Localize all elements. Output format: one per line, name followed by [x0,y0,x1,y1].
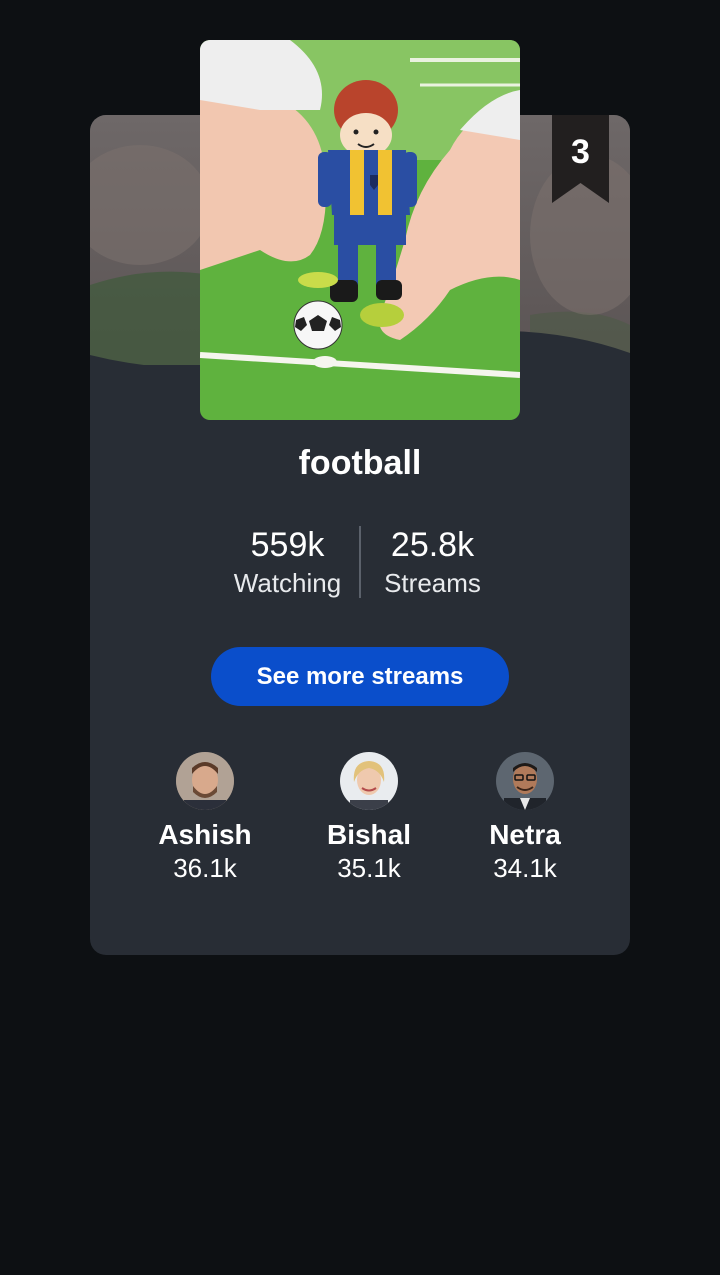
streams-stat: 25.8k Streams [370,522,495,598]
rank-number: 3 [571,133,590,171]
stats-row: 559k Watching 25.8k Streams [90,522,630,602]
streamer-count: 35.1k [337,853,401,883]
streamer-name: Ashish [158,819,252,850]
avatar-image [340,752,398,810]
category-thumbnail[interactable] [200,40,520,420]
top-streamer-netra[interactable]: Netra 34.1k [460,752,590,884]
top-streamer-bishal[interactable]: Bishal 35.1k [304,752,434,884]
watching-value: 559k [250,526,325,564]
avatar-image [496,752,554,810]
see-more-streams-button[interactable]: See more streams [211,647,509,706]
streamer-name: Netra [489,819,561,850]
football-toy-image [200,40,520,420]
top-streamer-ashish[interactable]: Ashish 36.1k [140,752,270,884]
streams-value: 25.8k [390,526,475,564]
streamer-count: 34.1k [493,853,557,883]
avatar-image [176,752,234,810]
watching-stat: 559k Watching [220,522,355,598]
watching-label: Watching [233,568,342,598]
streams-label: Streams [384,568,481,598]
streamer-count: 36.1k [173,853,237,883]
stats-divider [359,526,361,598]
streamer-name: Bishal [326,819,412,850]
avatar[interactable] [176,752,234,810]
avatar[interactable] [496,752,554,810]
category-title: football [298,444,422,482]
avatar[interactable] [340,752,398,810]
